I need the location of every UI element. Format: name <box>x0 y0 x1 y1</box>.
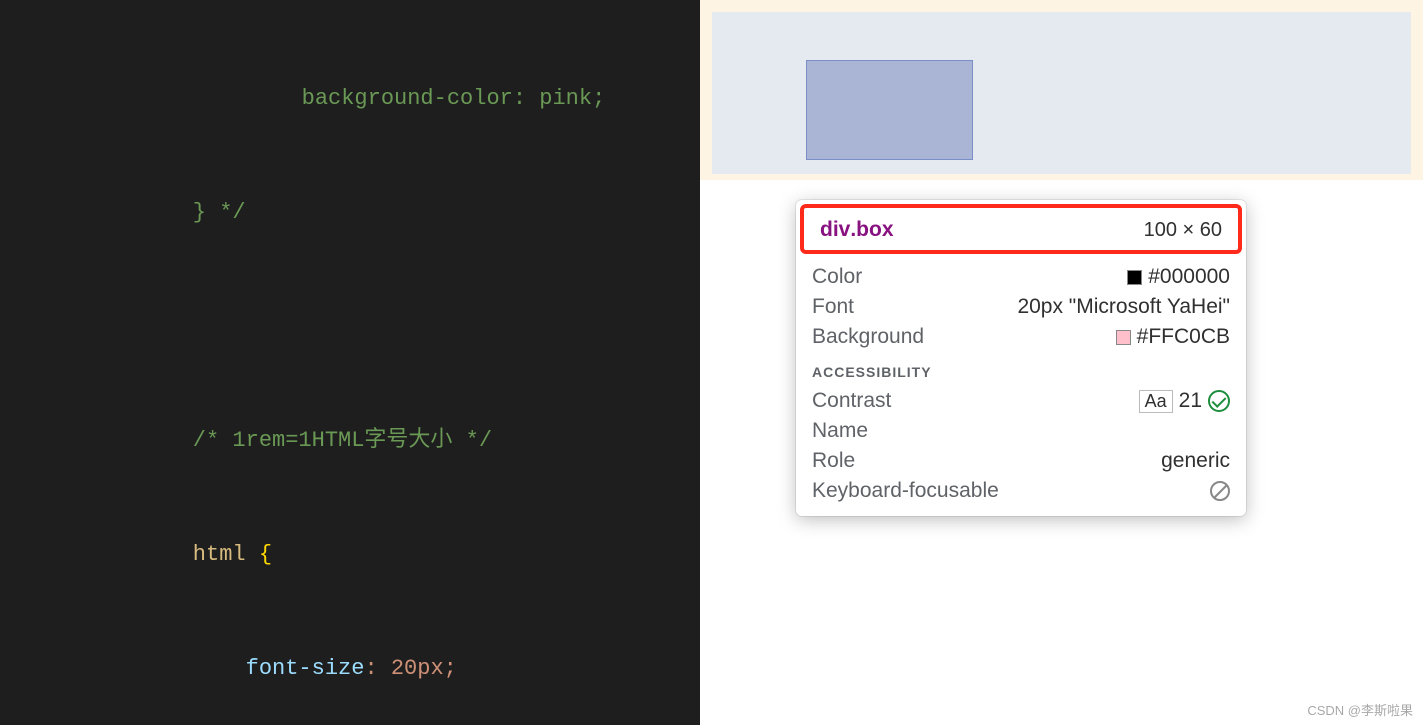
tooltip-color-row: Color #000000 <box>812 262 1230 292</box>
code-editor[interactable]: background-color: pink; } */ /* 1rem=1HT… <box>0 0 700 725</box>
tooltip-focusable-row: Keyboard-focusable <box>812 476 1230 506</box>
code-text: */ <box>219 200 245 225</box>
color-swatch-icon <box>1127 270 1142 285</box>
no-icon <box>1210 481 1230 501</box>
tooltip-background-row: Background #FFC0CB <box>812 322 1230 352</box>
browser-preview: div.box 100 × 60 Color #000000 Font 20px… <box>700 0 1423 725</box>
tooltip-tag: div <box>820 218 850 241</box>
code-prop: font-size <box>140 656 364 681</box>
contrast-sample: Aa <box>1139 390 1173 413</box>
code-selector: html <box>140 542 246 567</box>
tooltip-selector-row: div.box 100 × 60 <box>800 204 1242 254</box>
code-text: background-color: pink; <box>196 86 605 111</box>
color-swatch-icon <box>1116 330 1131 345</box>
tooltip-font-row: Font 20px "Microsoft YaHei" <box>812 292 1230 322</box>
accessibility-heading: ACCESSIBILITY <box>812 364 1230 380</box>
tooltip-name-row: Name <box>812 416 1230 446</box>
code-comment: /* 1rem=1HTML字号大小 */ <box>140 428 492 453</box>
tooltip-class: .box <box>850 218 893 241</box>
tooltip-contrast-row: Contrast Aa 21 <box>812 386 1230 416</box>
tooltip-dimensions: 100 × 60 <box>1144 219 1222 242</box>
check-icon <box>1208 390 1230 412</box>
code-text: } <box>140 200 219 225</box>
tooltip-role-row: Role generic <box>812 446 1230 476</box>
inspector-tooltip: div.box 100 × 60 Color #000000 Font 20px… <box>796 200 1246 516</box>
box-element[interactable] <box>806 60 973 160</box>
watermark: CSDN @李斯啦果 <box>1307 700 1413 719</box>
